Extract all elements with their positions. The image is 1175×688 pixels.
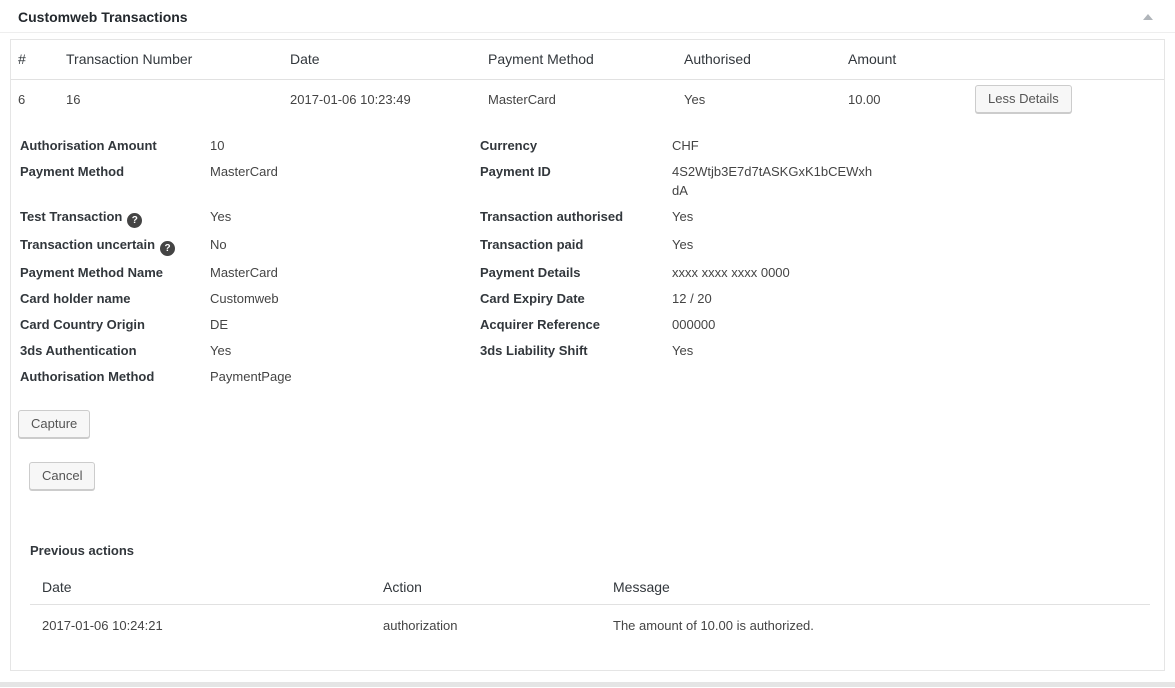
previous-actions-header-row: Date Action Message — [30, 570, 1150, 604]
next-section-edge — [0, 682, 1175, 687]
capture-button[interactable]: Capture — [18, 410, 90, 438]
detail-label-text: Transaction uncertain — [20, 237, 155, 252]
detail-label: Payment Method Name — [20, 263, 210, 282]
detail-label: Transaction uncertain? — [20, 235, 210, 256]
collapse-toggle-button[interactable] — [1139, 8, 1157, 26]
transaction-number: 16 — [59, 79, 283, 119]
detail-label: Card Expiry Date — [480, 289, 672, 308]
detail-value: Yes — [672, 207, 1164, 226]
col-header-index: # — [11, 40, 59, 79]
detail-row: Card Country Origin DE Acquirer Referenc… — [20, 315, 1164, 334]
detail-label: Card Country Origin — [20, 315, 210, 334]
previous-action-date: 2017-01-06 10:24:21 — [30, 604, 371, 633]
detail-label: Authorisation Amount — [20, 136, 210, 155]
detail-row: Payment Method Name MasterCard Payment D… — [20, 263, 1164, 282]
detail-label: Payment Method — [20, 162, 210, 181]
col-header-prev-date: Date — [30, 570, 371, 604]
previous-actions-title: Previous actions — [30, 543, 1164, 558]
transaction-details: Authorisation Amount 10 Currency CHF Pay… — [20, 136, 1164, 386]
transaction-date: 2017-01-06 10:23:49 — [283, 79, 481, 119]
detail-value: MasterCard — [210, 162, 480, 181]
detail-label: 3ds Liability Shift — [480, 341, 672, 360]
chevron-up-icon — [1143, 14, 1153, 20]
detail-value: Yes — [672, 235, 1164, 254]
detail-row: Authorisation Amount 10 Currency CHF — [20, 136, 1164, 155]
transactions-table: # Transaction Number Date Payment Method… — [11, 40, 1164, 119]
col-header-payment-method: Payment Method — [481, 40, 677, 79]
detail-row: Authorisation Method PaymentPage — [20, 367, 1164, 386]
detail-value-payment-id: 4S2Wtjb3E7d7tASKGxK1bCEWxhdA — [672, 162, 877, 200]
less-details-button[interactable]: Less Details — [975, 85, 1072, 113]
detail-row: Test Transaction? Yes Transaction author… — [20, 207, 1164, 228]
detail-row: 3ds Authentication Yes 3ds Liability Shi… — [20, 341, 1164, 360]
detail-row: Transaction uncertain? No Transaction pa… — [20, 235, 1164, 256]
detail-value: CHF — [672, 136, 1164, 155]
transaction-index: 6 — [11, 79, 59, 119]
transaction-payment-method: MasterCard — [481, 79, 677, 119]
transaction-row: 6 16 2017-01-06 10:23:49 MasterCard Yes … — [11, 79, 1164, 119]
detail-value: No — [210, 235, 480, 254]
detail-value: DE — [210, 315, 480, 334]
detail-value: MasterCard — [210, 263, 480, 282]
col-header-actions — [968, 40, 1164, 79]
transactions-panel: # Transaction Number Date Payment Method… — [10, 39, 1165, 671]
detail-label: Test Transaction? — [20, 207, 210, 228]
transaction-authorised: Yes — [677, 79, 841, 119]
detail-value: Yes — [672, 341, 1164, 360]
detail-value: xxxx xxxx xxxx 0000 — [672, 263, 1164, 282]
detail-label: Currency — [480, 136, 672, 155]
detail-label: Authorisation Method — [20, 367, 210, 386]
col-header-authorised: Authorised — [677, 40, 841, 79]
detail-value: 000000 — [672, 315, 1164, 334]
detail-label: Payment Details — [480, 263, 672, 282]
transactions-table-header-row: # Transaction Number Date Payment Method… — [11, 40, 1164, 79]
previous-actions-table: Date Action Message 2017-01-06 10:24:21 … — [30, 570, 1150, 633]
col-header-amount: Amount — [841, 40, 968, 79]
customweb-transactions-metabox: Customweb Transactions # Transaction Num… — [0, 0, 1175, 687]
detail-value: Yes — [210, 207, 480, 226]
metabox-header: Customweb Transactions — [0, 0, 1175, 33]
detail-row: Payment Method MasterCard Payment ID 4S2… — [20, 162, 1164, 200]
previous-action-message: The amount of 10.00 is authorized. — [601, 604, 1150, 633]
previous-action-type: authorization — [371, 604, 601, 633]
col-header-date: Date — [283, 40, 481, 79]
detail-label: Transaction authorised — [480, 207, 672, 226]
detail-label-text: Test Transaction — [20, 209, 122, 224]
detail-label: Transaction paid — [480, 235, 672, 254]
cancel-button[interactable]: Cancel — [29, 462, 95, 490]
detail-label: Acquirer Reference — [480, 315, 672, 334]
detail-value: 12 / 20 — [672, 289, 1164, 308]
col-header-prev-action: Action — [371, 570, 601, 604]
detail-value: PaymentPage — [210, 367, 480, 386]
transaction-amount: 10.00 — [841, 79, 968, 119]
detail-label: Payment ID — [480, 162, 672, 181]
col-header-prev-message: Message — [601, 570, 1150, 604]
page-title: Customweb Transactions — [0, 0, 1175, 26]
detail-value: 10 — [210, 136, 480, 155]
detail-label: 3ds Authentication — [20, 341, 210, 360]
detail-value: Customweb — [210, 289, 480, 308]
col-header-transaction-number: Transaction Number — [59, 40, 283, 79]
detail-value: Yes — [210, 341, 480, 360]
help-icon[interactable]: ? — [127, 213, 142, 228]
detail-label: Card holder name — [20, 289, 210, 308]
previous-action-row: 2017-01-06 10:24:21 authorization The am… — [30, 604, 1150, 633]
help-icon[interactable]: ? — [160, 241, 175, 256]
detail-row: Card holder name Customweb Card Expiry D… — [20, 289, 1164, 308]
